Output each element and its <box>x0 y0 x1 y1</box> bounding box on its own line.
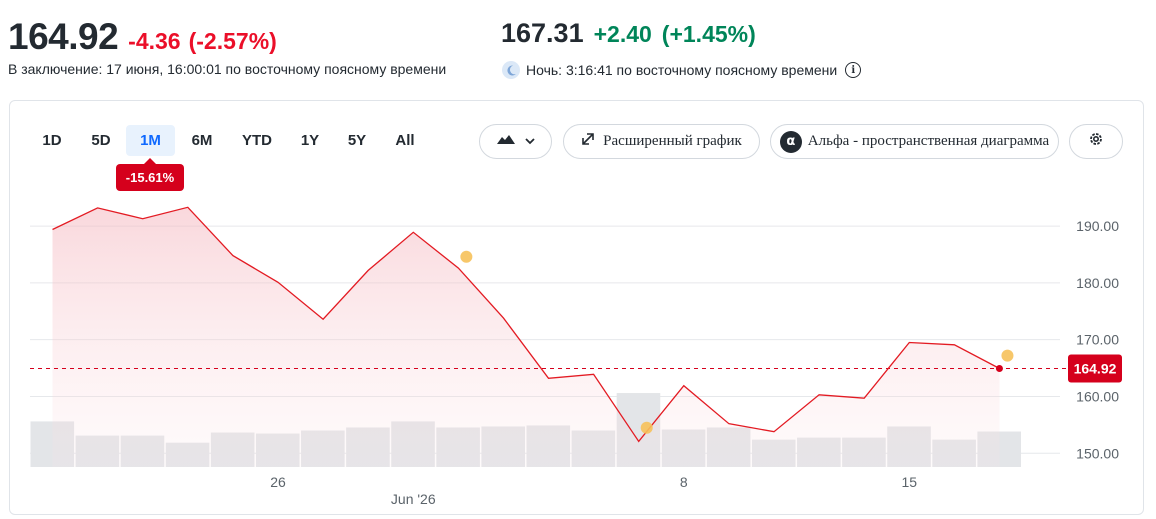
event-marker <box>460 250 473 263</box>
price-chart: 150.00 160.00 170.00 180.00 190.00 164.92 26 8 1… <box>30 206 1122 507</box>
y-tick-label: 180.00 <box>1076 275 1119 291</box>
event-marker <box>1001 349 1014 362</box>
x-tick-label: 26 <box>270 474 286 490</box>
y-tick-label: 190.00 <box>1076 218 1119 234</box>
y-tick-label: 170.00 <box>1076 332 1119 348</box>
price-area <box>52 207 1000 468</box>
y-tick-label: 160.00 <box>1076 388 1119 404</box>
last-price-dot <box>995 365 1003 373</box>
last-price-label: 164.92 <box>1074 361 1117 377</box>
x-tick-label: 8 <box>680 474 688 490</box>
y-tick-label: 150.00 <box>1076 445 1119 461</box>
month-label: Jun '26 <box>391 491 436 507</box>
event-marker <box>640 421 653 434</box>
x-tick-label: 15 <box>901 474 917 490</box>
